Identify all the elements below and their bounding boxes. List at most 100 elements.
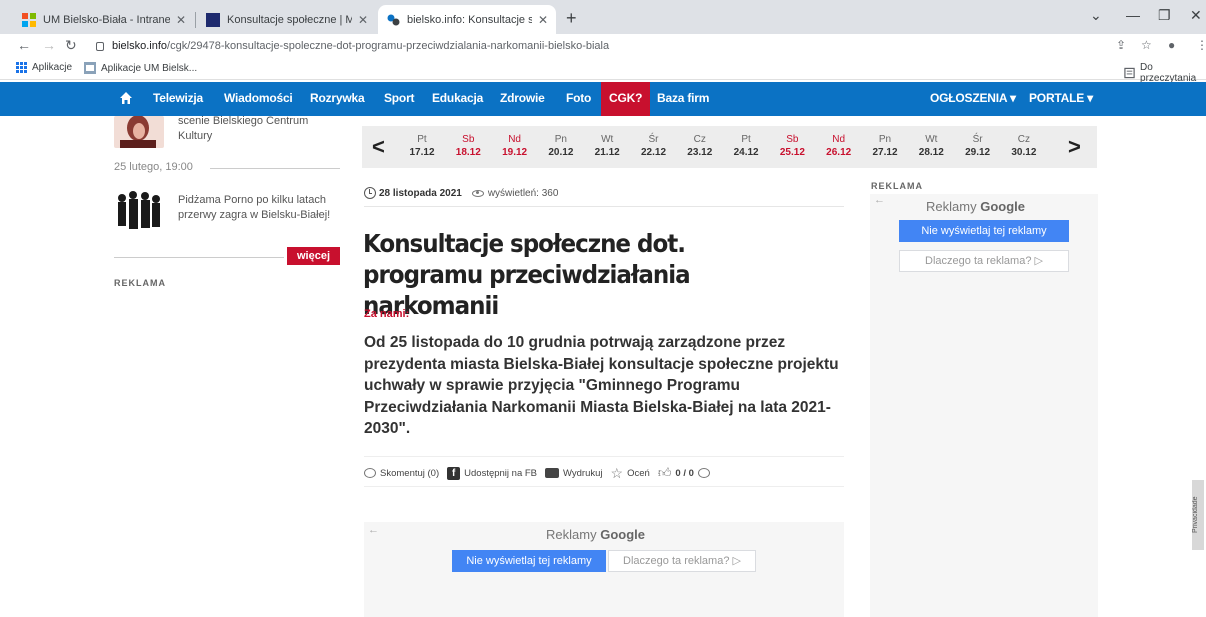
nav-zdrowie[interactable]: Zdrowie [500,91,545,105]
new-tab-button[interactable]: + [566,8,577,29]
day-date: 22.12 [640,147,667,158]
tab-intranet[interactable]: UM Bielsko-Biała - Intranet ✕ [14,5,194,34]
day-name: Nd [832,134,846,145]
day-date: 24.12 [733,147,759,158]
nav-cgk[interactable]: CGK? [601,82,651,116]
day-name: Pn [878,134,892,145]
clock-icon [364,187,376,199]
nav-ogloszenia[interactable]: OGŁOSZENIA ▾ [930,91,1016,105]
address-bar: ← → ↻ bielsko.info /cgk/29478-konsultacj… [0,34,1206,58]
back-arrow-icon[interactable]: ← [17,37,31,53]
ad-title-prefix: Reklamy [546,527,597,542]
date-cell[interactable]: Sb 18.12 [448,133,488,159]
date-cell[interactable]: Pn 20.12 [541,133,581,159]
url-host: bielsko.info [112,40,168,52]
date-cell[interactable]: Cz 30.12 [1004,133,1044,159]
day-date: 17.12 [409,147,435,158]
ad-label: REKLAMA [114,278,166,288]
day-date: 21.12 [594,147,620,158]
day-name: Nd [508,134,521,145]
home-icon[interactable] [119,91,133,105]
close-icon[interactable]: ✕ [176,13,186,27]
hide-ad-button[interactable]: Nie wyświetlaj tej reklamy [899,220,1069,242]
close-icon[interactable]: ✕ [358,13,368,27]
day-name: Sb [786,134,799,145]
bookmarks-bar: Aplikacje Aplikacje UM Bielsk... Do prze… [0,58,1206,84]
tab-title: bielsko.info: Konsultacje społeczne [407,13,532,26]
prev-chevron-icon[interactable]: < [372,134,385,160]
date-cell[interactable]: Cz 23.12 [680,133,720,159]
site-navigation: Telewizja Wiadomości Rozrywka Sport Eduk… [0,82,1206,116]
sidebar-date-header: 25 lutego, 19:00 [114,161,193,173]
date-cell[interactable]: Śr 22.12 [634,133,674,159]
print-button[interactable]: Wydrukuj [545,468,603,479]
nav-baza-firm[interactable]: Baza firm [657,91,709,105]
like-button[interactable]: 👍︎ 0 / 0 [658,465,714,481]
ad-back-arrow-icon[interactable]: ← [874,194,885,206]
date-cell[interactable]: Wt 21.12 [587,133,627,159]
news-thumbnail-singer[interactable] [114,116,164,148]
url-field[interactable]: bielsko.info /cgk/29478-konsultacje-spol… [96,36,609,56]
forward-arrow-icon[interactable]: → [42,37,56,53]
date-cell[interactable]: Pn 27.12 [865,133,905,159]
profile-icon[interactable]: ● [1168,38,1175,52]
privacy-badge[interactable]: Privacidade [1192,480,1204,550]
bookmark-apps[interactable]: Aplikacje [16,62,72,73]
rate-button[interactable]: ☆ Oceń [611,466,650,480]
bookmark-um-apps[interactable]: Aplikacje UM Bielsk... [84,62,197,74]
bookmark-label: Aplikacje [32,62,73,73]
date-cell[interactable]: Sb 25.12 [772,133,812,159]
day-name: Pt [417,134,427,145]
share-icon[interactable]: ⇪ [1116,38,1126,52]
bookmark-star-icon[interactable]: ☆ [1141,38,1152,52]
tab-search-chevron-icon[interactable]: ⌄ [1090,7,1102,24]
article-actions: Skomentuj (0) f Udostępnij na FB Wydruku… [364,462,844,484]
article-date: 28 listopada 2021 [379,187,462,199]
comment-button[interactable]: Skomentuj (0) [364,468,439,479]
date-cell[interactable]: Pt 24.12 [726,133,766,159]
rating-score: 0 / 0 [675,467,694,479]
apps-grid-icon [16,62,27,73]
day-name: Śr [648,134,659,145]
tab-magazyn[interactable]: Konsultacje społeczne | Magazyn ✕ [198,5,376,34]
speech-bubble-icon[interactable] [697,468,710,478]
nav-sport[interactable]: Sport [384,91,415,105]
divider [114,257,284,258]
minimize-icon[interactable]: — [1126,7,1140,23]
date-cell[interactable]: Nd 19.12 [495,133,535,159]
date-cell[interactable]: Nd 26.12 [819,133,859,159]
nav-telewizja[interactable]: Telewizja [153,91,203,105]
why-ad-button[interactable]: Dlaczego ta reklama? ▷ [899,250,1069,272]
nav-portale[interactable]: PORTALE ▾ [1029,91,1093,105]
day-date: 26.12 [826,147,852,158]
more-button[interactable]: więcej [287,247,340,265]
why-ad-button[interactable]: Dlaczego ta reklama? ▷ [608,550,756,572]
day-name: Sb [462,134,475,145]
bottom-ad: ← Reklamy Google Nie wyświetlaj tej rekl… [364,522,844,617]
ad-title-brand: Google [600,527,645,542]
date-cell[interactable]: Pt 17.12 [402,133,442,159]
next-chevron-icon[interactable]: > [1068,134,1081,160]
hide-ad-button[interactable]: Nie wyświetlaj tej reklamy [452,550,606,572]
window-close-icon[interactable]: ✕ [1190,7,1202,24]
nav-rozrywka[interactable]: Rozrywka [310,91,365,105]
nav-foto[interactable]: Foto [566,91,591,105]
day-date: 18.12 [455,147,481,158]
reading-list[interactable]: Do przeczytania [1124,62,1206,84]
nav-edukacja[interactable]: Edukacja [432,91,483,105]
sidebar-news-title[interactable]: scenie Bielskiego Centrum Kultury [178,114,338,144]
date-cell[interactable]: Śr 29.12 [958,133,998,159]
day-name: Wt [601,134,614,145]
restore-icon[interactable]: ❐ [1158,7,1171,24]
news-thumbnail-band[interactable] [114,186,164,234]
reload-icon[interactable]: ↻ [65,37,77,54]
tab-title: UM Bielsko-Biała - Intranet [43,13,170,26]
sidebar-news-title[interactable]: Pidżama Porno po kilku latach przerwy za… [178,193,343,223]
tab-bielsko-info[interactable]: bielsko.info: Konsultacje społeczne ✕ [378,5,556,34]
ad-back-arrow-icon[interactable]: ← [368,524,379,536]
date-cell[interactable]: Wt 28.12 [911,133,951,159]
facebook-share-button[interactable]: f Udostępnij na FB [447,466,537,480]
menu-icon[interactable]: ⋮ [1196,38,1206,52]
nav-wiadomosci[interactable]: Wiadomości [224,91,293,105]
close-icon[interactable]: ✕ [538,13,548,27]
